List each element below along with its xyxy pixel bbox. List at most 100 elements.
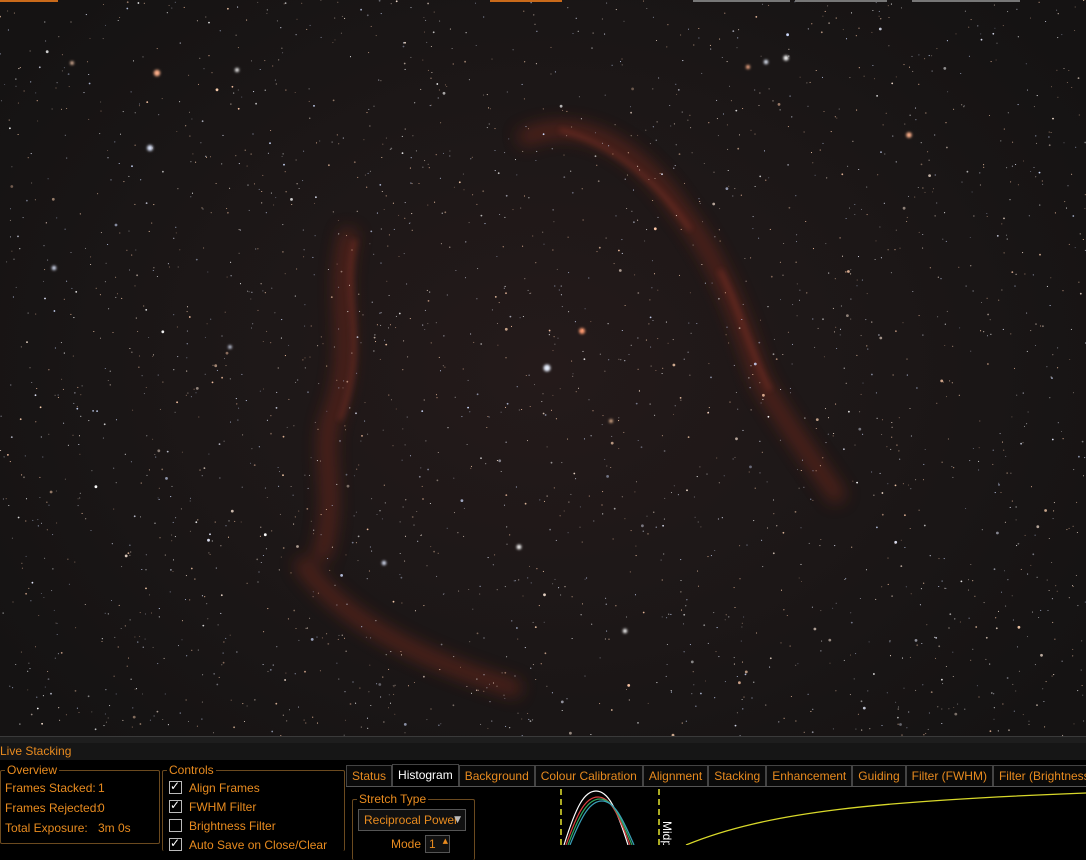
star — [383, 208, 385, 211]
star — [188, 316, 191, 318]
star — [601, 504, 603, 506]
star — [724, 681, 726, 683]
tab-background[interactable]: Background — [458, 765, 535, 787]
star — [1023, 425, 1026, 427]
star — [938, 558, 940, 560]
star — [795, 664, 797, 666]
star — [496, 322, 499, 325]
star — [188, 74, 190, 76]
star — [835, 403, 837, 405]
star — [599, 353, 601, 355]
mode-spinner[interactable]: 1 ▲ — [425, 835, 450, 853]
star — [867, 348, 869, 350]
star — [895, 330, 897, 333]
star — [516, 174, 518, 176]
star — [945, 240, 947, 242]
star — [472, 194, 474, 196]
checkbox-box[interactable] — [169, 779, 182, 794]
star — [185, 575, 187, 577]
star — [30, 713, 33, 716]
star — [807, 693, 809, 695]
checkbox-box[interactable] — [169, 798, 182, 813]
tab-colour-calibration[interactable]: Colour Calibration — [534, 765, 643, 787]
star — [663, 518, 665, 520]
star — [652, 199, 654, 202]
star — [1046, 366, 1048, 368]
tab-guiding[interactable]: Guiding — [852, 765, 906, 787]
checkbox-box[interactable] — [169, 836, 182, 851]
star — [162, 381, 164, 383]
star — [1032, 274, 1034, 276]
align-frames-checkbox[interactable]: Align Frames — [169, 779, 260, 795]
star — [464, 60, 466, 63]
star — [642, 530, 644, 532]
star — [465, 32, 467, 34]
star — [903, 64, 905, 66]
star — [0, 15, 1, 18]
star — [1035, 135, 1037, 137]
star — [941, 461, 943, 463]
star — [937, 276, 939, 278]
star — [892, 135, 894, 137]
star — [338, 328, 340, 330]
tab-status[interactable]: Status — [346, 765, 393, 787]
tab-alignment[interactable]: Alignment — [642, 765, 709, 787]
star — [742, 303, 744, 305]
star — [496, 685, 498, 687]
checkbox-box[interactable] — [169, 819, 182, 832]
star — [762, 393, 765, 397]
star — [993, 693, 995, 695]
tab-enhancement[interactable]: Enhancement — [766, 765, 853, 787]
star — [717, 518, 719, 520]
star — [915, 119, 917, 121]
star — [196, 725, 198, 727]
chevron-down-icon: ▼ — [454, 815, 461, 825]
star — [608, 145, 610, 147]
star — [822, 15, 824, 17]
star — [522, 595, 524, 597]
star — [915, 689, 917, 691]
star — [819, 149, 821, 151]
star — [674, 165, 676, 167]
tab-stacking[interactable]: Stacking — [708, 765, 767, 787]
tab-histogram[interactable]: Histogram — [392, 764, 459, 787]
star — [944, 212, 946, 214]
star — [1015, 690, 1017, 692]
star — [107, 157, 109, 159]
star — [615, 605, 617, 607]
star — [630, 530, 632, 532]
tab-filter-fwhm[interactable]: Filter (FWHM) — [905, 765, 993, 787]
star — [121, 297, 123, 299]
star — [166, 12, 168, 14]
spin-up-icon[interactable]: ▲ — [443, 836, 448, 849]
star — [887, 583, 889, 585]
star — [673, 123, 675, 125]
bright-star — [543, 364, 551, 372]
star — [114, 141, 116, 143]
star — [728, 616, 730, 618]
star — [728, 185, 730, 187]
star — [387, 245, 389, 247]
star — [628, 699, 630, 701]
star — [972, 648, 974, 650]
star — [685, 720, 687, 722]
star — [686, 599, 688, 601]
star — [276, 646, 278, 648]
star — [216, 683, 219, 686]
star — [422, 324, 424, 326]
tab-filter-brightness[interactable]: Filter (Brightness) — [992, 765, 1086, 787]
fwhm-filter-checkbox[interactable]: FWHM Filter — [169, 798, 256, 814]
brightness-filter-checkbox[interactable]: Brightness Filter — [169, 819, 276, 833]
star — [276, 20, 278, 22]
star — [697, 585, 700, 587]
auto-save-checkbox[interactable]: Auto Save on Close/Clear — [169, 836, 327, 852]
stacked-image-viewer[interactable] — [0, 0, 1086, 736]
histogram-graph[interactable]: Midpoint — [546, 787, 1086, 845]
stretch-type-select[interactable]: Reciprocal Power ▼ — [358, 809, 466, 831]
star — [499, 213, 501, 216]
star — [351, 249, 353, 251]
star — [101, 640, 103, 643]
star — [724, 292, 726, 294]
panel-splitter[interactable] — [0, 736, 1086, 743]
star — [331, 504, 333, 507]
